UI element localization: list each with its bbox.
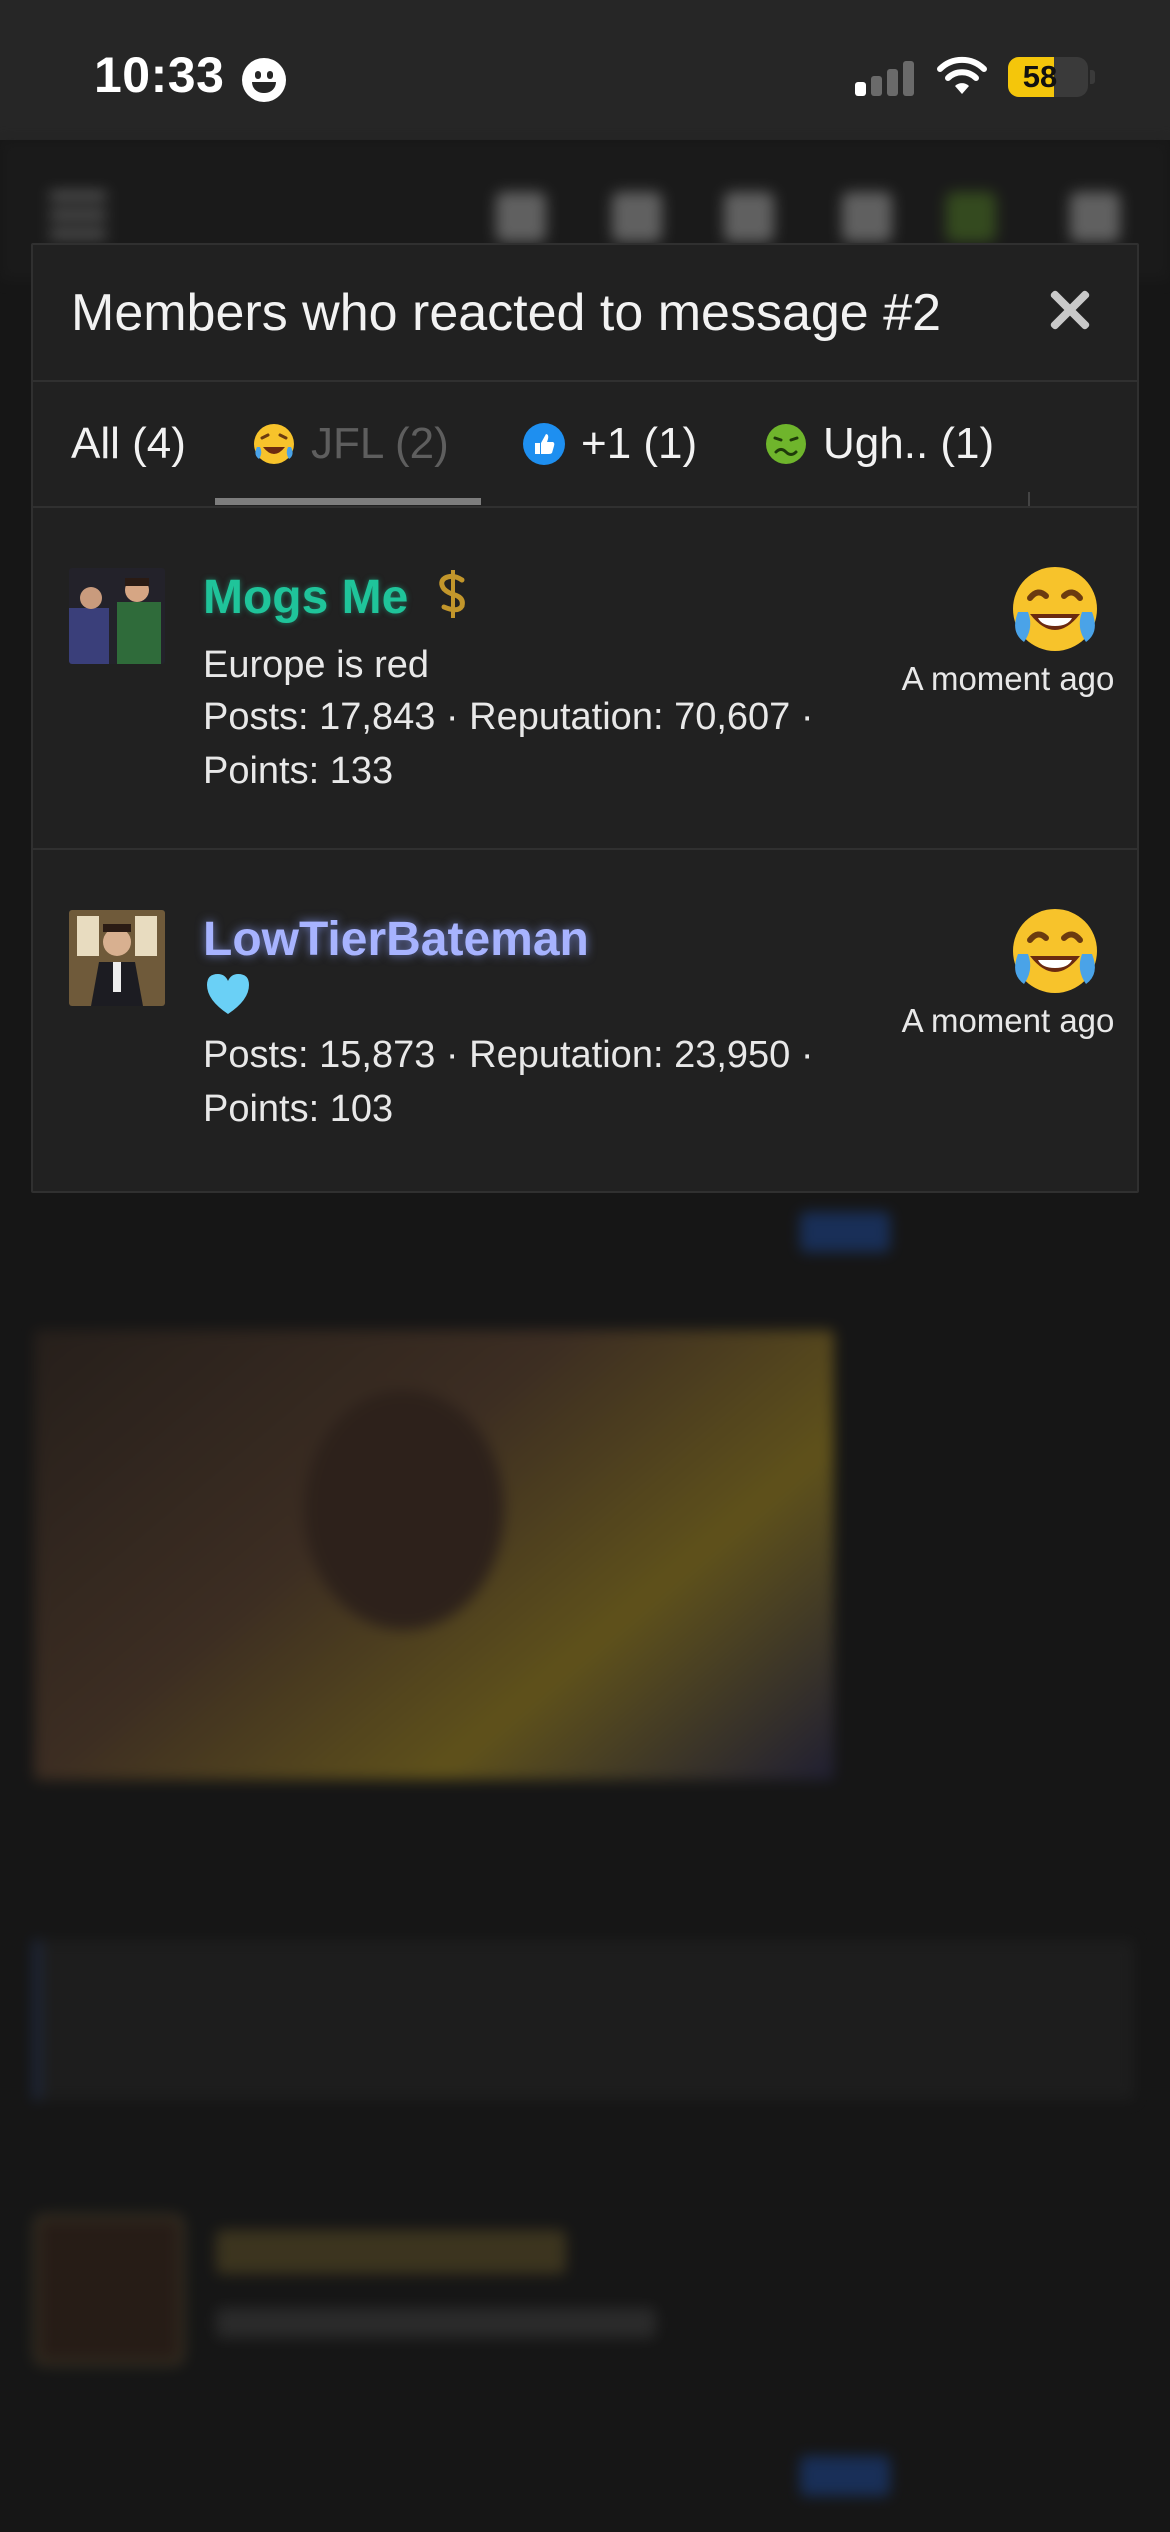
reaction-time: A moment ago — [901, 660, 1115, 697]
modal-title: Members who reacted to message #2 — [71, 284, 941, 342]
new-badge — [800, 2456, 890, 2496]
status-time: 10:33 — [94, 47, 225, 103]
reaction-tabs: All (4) JFL (2) +1 (1) Ugh.. (1) — [33, 382, 1137, 508]
avatar[interactable] — [69, 910, 165, 1006]
tab-label: JFL (2) — [311, 419, 449, 468]
member-stats: Posts: 15,873 · Reputation: 23,950 · Poi… — [203, 1034, 814, 1130]
battery-percent: 58 — [1022, 59, 1058, 94]
embedded-image — [34, 1330, 834, 1780]
member-user-title: Europe is red — [203, 644, 430, 686]
mail-icon — [612, 192, 662, 242]
bolt-icon — [842, 192, 892, 242]
reaction-time: A moment ago — [901, 1002, 1115, 1039]
close-icon[interactable] — [1043, 283, 1097, 337]
modal-header: Members who reacted to message #2 — [33, 245, 1137, 382]
next-post-username — [216, 2230, 566, 2274]
menu-icon — [50, 192, 106, 238]
thumbs-up-icon — [523, 423, 565, 465]
tab-label: Ugh.. (1) — [823, 419, 995, 468]
avatar-icon — [496, 192, 546, 242]
active-tab-indicator — [215, 498, 481, 505]
status-bar: 10:33 58 — [0, 0, 1170, 140]
member-stats: Posts: 17,843 · Reputation: 70,607 · Poi… — [203, 696, 814, 792]
tab-plus-one[interactable]: +1 (1) — [521, 382, 697, 506]
member-name[interactable]: LowTierBateman — [203, 912, 589, 967]
cellular-signal-icon — [855, 60, 915, 96]
dollar-sign-icon — [439, 570, 465, 618]
face-with-tears-of-joy-icon — [1013, 567, 1097, 651]
face-with-tears-of-joy-icon — [254, 424, 294, 464]
smiley-status-icon — [242, 58, 286, 102]
tab-divider — [1028, 492, 1030, 506]
reactions-modal: Members who reacted to message #2 All (4… — [31, 243, 1139, 1193]
bell-icon — [724, 192, 774, 242]
tab-jfl[interactable]: JFL (2) — [251, 382, 449, 506]
tab-label: All (4) — [71, 419, 186, 468]
nauseated-face-icon — [766, 424, 806, 464]
face-with-tears-of-joy-icon — [1013, 909, 1097, 993]
search-icon — [1070, 192, 1120, 242]
new-badge — [800, 1212, 890, 1252]
next-post-usertitle — [216, 2308, 656, 2338]
reaction-summary-bar — [34, 1940, 1134, 2100]
battery-tip — [1090, 70, 1095, 84]
avatar[interactable] — [69, 568, 165, 664]
tab-label: +1 (1) — [581, 419, 698, 468]
battery-icon: 58 — [1008, 57, 1088, 97]
chat-icon — [946, 192, 996, 242]
member-row: LowTierBateman Posts: 15,873 · Reputatio… — [33, 852, 1137, 1192]
member-row: Mogs Me Europe is red Posts: 17,843 · Re… — [33, 510, 1137, 850]
light-blue-heart-icon — [207, 974, 249, 1014]
tab-ugh[interactable]: Ugh.. (1) — [763, 382, 994, 506]
member-name[interactable]: Mogs Me — [203, 570, 408, 625]
wifi-icon — [937, 56, 987, 94]
next-post-avatar — [34, 2215, 184, 2365]
tab-all[interactable]: All (4) — [71, 382, 186, 506]
